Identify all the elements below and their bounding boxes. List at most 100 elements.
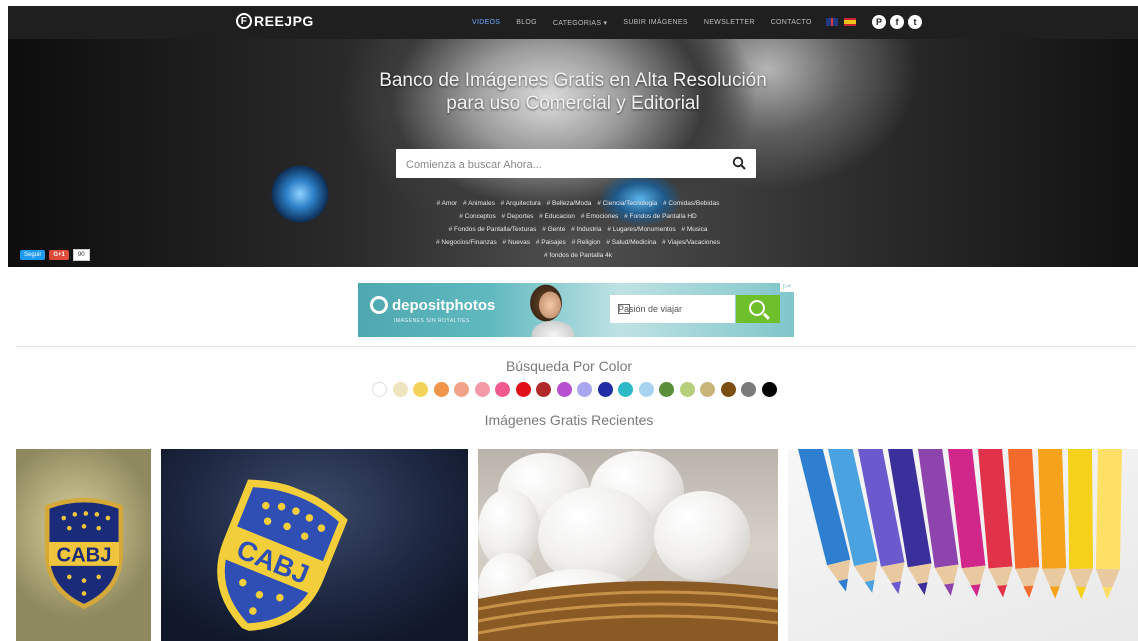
hero-search-input[interactable] (404, 149, 718, 180)
color-swatch[interactable] (577, 382, 592, 397)
tag-link[interactable]: # Deportes (502, 213, 534, 220)
ad-search-field[interactable]: Pasión de viajar (610, 295, 735, 323)
tag-link[interactable]: # fondos de Pantalla 4k (544, 252, 612, 259)
pencil (1067, 449, 1094, 599)
tag-link[interactable]: # Religion (572, 239, 601, 246)
color-swatch[interactable] (638, 382, 654, 397)
tag-link[interactable]: # Musica (681, 226, 707, 233)
search-icon (749, 300, 765, 316)
colored-pencils-graphic (788, 449, 1123, 600)
color-swatch[interactable] (495, 382, 510, 397)
search-icon[interactable] (732, 156, 746, 170)
tag-link[interactable]: # Paisajes (536, 239, 566, 246)
browser-page: F REEJPG VIDEOS BLOG CATEGORIAS ▾ SUBIR … (0, 0, 1138, 641)
color-swatch[interactable] (618, 382, 633, 397)
ad-brand: depositphotos (370, 296, 495, 314)
share-count: 90 (72, 249, 90, 261)
tag-link[interactable]: # Animales (463, 200, 495, 207)
pencil (1095, 449, 1123, 600)
ad-photo (508, 283, 598, 337)
pencil (1036, 449, 1067, 599)
image-thumbnail[interactable]: CABJ (161, 449, 468, 641)
recent-images-title: Imágenes Gratis Recientes (484, 412, 654, 428)
color-swatch[interactable] (515, 382, 531, 397)
color-swatches (372, 382, 777, 397)
tag-link[interactable]: # Ciencia/Tecnologia (597, 200, 657, 207)
color-swatch[interactable] (392, 382, 408, 397)
logo-icon: F (236, 13, 252, 29)
tag-link[interactable]: # Viajes/Vacaciones (662, 239, 720, 246)
recent-images-grid: CABJ CABJ (16, 449, 1138, 641)
category-tags: # Amor # Animales # Arquitectura # Belle… (378, 197, 778, 262)
depositphotos-logo-icon (370, 296, 388, 314)
color-swatch[interactable] (720, 382, 736, 397)
color-swatch[interactable] (474, 382, 490, 397)
color-swatch[interactable] (741, 382, 756, 397)
tag-link[interactable]: # Fondos de Pantalla HD (624, 213, 697, 220)
color-swatch[interactable] (679, 382, 695, 397)
nav-videos[interactable]: VIDEOS (472, 19, 500, 26)
hero-title-line1: Banco de Imágenes Gratis en Alta Resoluc… (379, 70, 767, 91)
spain-flag-icon[interactable] (844, 18, 856, 26)
nav-newsletter[interactable]: NEWSLETTER (704, 19, 755, 26)
top-navbar: F REEJPG VIDEOS BLOG CATEGORIAS ▾ SUBIR … (8, 6, 1138, 39)
tag-link[interactable]: # Comidas/Bebidas (663, 200, 719, 207)
hero-title: Banco de Imágenes Gratis en Alta Resoluc… (8, 69, 1138, 115)
nav-icons: P f t (826, 15, 922, 29)
tag-link[interactable]: # Emociones (581, 213, 619, 220)
color-swatch[interactable] (556, 382, 572, 397)
twitter-follow-button[interactable]: Seguir (20, 250, 46, 260)
boca-crest-icon: CABJ (44, 497, 124, 609)
tag-link[interactable]: # Belleza/Moda (547, 200, 592, 207)
main-nav: VIDEOS BLOG CATEGORIAS ▾ SUBIR IMÁGENES … (472, 6, 812, 39)
tag-link[interactable]: # Salud/Medicina (606, 239, 656, 246)
crest-text: CABJ (56, 544, 111, 566)
color-swatch[interactable] (433, 382, 449, 397)
nav-subir-imagenes[interactable]: SUBIR IMÁGENES (623, 19, 688, 26)
color-swatch[interactable] (700, 382, 715, 397)
color-swatch[interactable] (659, 382, 674, 397)
facebook-icon[interactable]: f (890, 15, 904, 29)
image-search-icon[interactable] (618, 304, 630, 314)
tag-link[interactable]: # Negocios/Finanzas (436, 239, 497, 246)
section-divider (16, 346, 1136, 347)
share-buttons: Seguir G+1 90 (20, 249, 90, 261)
image-thumbnail[interactable] (478, 449, 778, 641)
tag-link[interactable]: # Gente (542, 226, 565, 233)
uk-flag-icon[interactable] (826, 18, 838, 26)
boca-patch-icon: CABJ (217, 479, 348, 632)
tag-link[interactable]: # Arquitectura (501, 200, 541, 207)
site-logo[interactable]: F REEJPG (236, 13, 314, 29)
depositphotos-ad[interactable]: depositphotos IMÁGENES SIN ROYALTIES Pas… (358, 283, 794, 337)
nav-blog[interactable]: BLOG (516, 19, 537, 26)
hero-title-line2: para uso Comercial y Editorial (446, 93, 700, 114)
ad-search-button[interactable] (736, 295, 780, 323)
tag-link[interactable]: # Educacion (539, 213, 575, 220)
tag-link[interactable]: # Lugares/Monumentos (607, 226, 675, 233)
color-swatch[interactable] (761, 382, 777, 397)
ad-choices-icon[interactable]: ▷× (780, 283, 794, 292)
logo-text: REEJPG (254, 13, 314, 29)
tag-link[interactable]: # Amor (437, 200, 458, 207)
hero-search-box (396, 149, 756, 180)
google-plus-button[interactable]: G+1 (49, 250, 69, 260)
nav-categorias[interactable]: CATEGORIAS ▾ (553, 19, 607, 27)
tag-link[interactable]: # Nuevas (503, 239, 530, 246)
tag-link[interactable]: # Conceptos (459, 213, 496, 220)
hero-banner: Banco de Imágenes Gratis en Alta Resoluc… (8, 39, 1138, 267)
basket-graphic (478, 581, 778, 641)
image-thumbnail[interactable]: CABJ (16, 449, 151, 641)
pinterest-icon[interactable]: P (872, 15, 886, 29)
twitter-icon[interactable]: t (908, 15, 922, 29)
nav-contacto[interactable]: CONTACTO (771, 19, 812, 26)
color-swatch[interactable] (536, 382, 551, 397)
ad-tagline: IMÁGENES SIN ROYALTIES (394, 318, 470, 324)
color-search-title: Búsqueda Por Color (505, 358, 633, 374)
image-thumbnail[interactable] (788, 449, 1138, 641)
tag-link[interactable]: # Fondos de Pantalla/Texturas (449, 226, 537, 233)
color-swatch[interactable] (372, 382, 387, 397)
tag-link[interactable]: # Industria (571, 226, 601, 233)
color-swatch[interactable] (454, 382, 469, 397)
color-swatch[interactable] (413, 382, 428, 397)
color-swatch[interactable] (597, 382, 613, 397)
